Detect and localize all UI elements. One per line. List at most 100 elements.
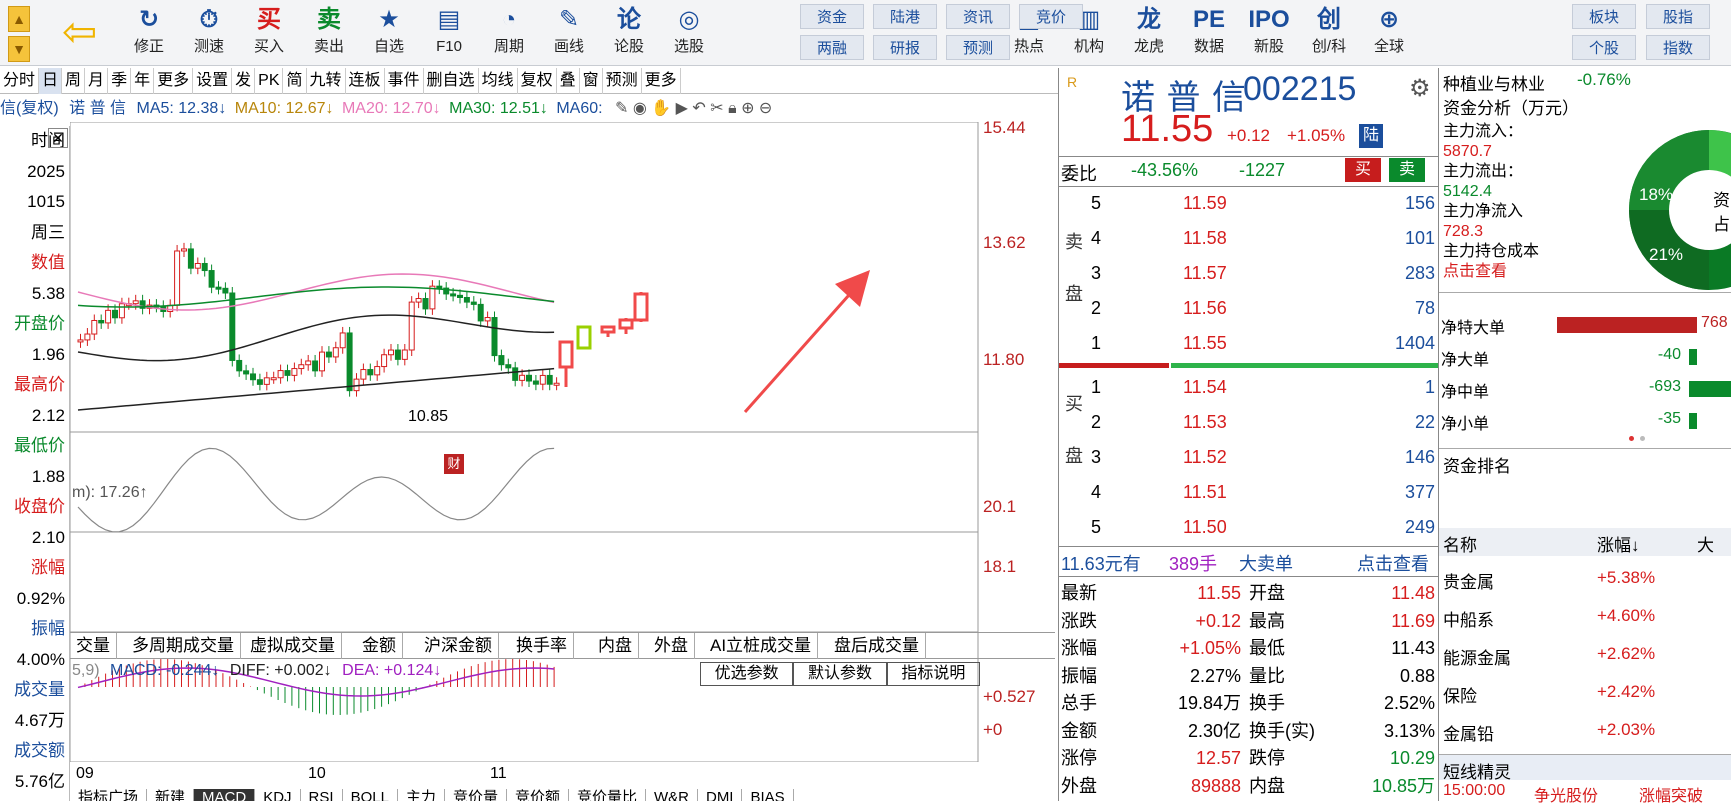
volume-tab[interactable]: 交量 <box>70 633 117 659</box>
volume-tab[interactable]: 虚拟成交量 <box>244 633 342 659</box>
tab-17[interactable]: 叠 <box>557 68 580 94</box>
small-btn-zixun[interactable]: 资讯 <box>946 4 1010 29</box>
draw-tools-icon[interactable]: ✎ ◉ ✋ ▶ ↶ ✂ 🔒︎ ⊕ ⊖ <box>615 100 772 117</box>
tab-6[interactable]: 更多 <box>154 68 193 94</box>
buy-button[interactable]: 买买入 <box>240 4 298 62</box>
tab-14[interactable]: 删自选 <box>424 68 479 94</box>
indicator-tab[interactable]: KDJ <box>255 789 300 801</box>
cost-link[interactable]: 点击查看 <box>1443 262 1539 282</box>
draw-button[interactable]: ✎ 画线 <box>540 4 598 62</box>
small-btn-bankuai[interactable]: 板块 <box>1572 4 1636 29</box>
rank-name[interactable]: 能源金属 <box>1443 644 1511 669</box>
tab-16[interactable]: 复权 <box>518 68 557 94</box>
volume-tab[interactable]: 外盘 <box>648 633 695 659</box>
tab-8[interactable]: 发 <box>232 68 255 94</box>
indicator-tab[interactable]: 竞价量比 <box>569 789 646 801</box>
tab-9[interactable]: PK <box>255 68 283 94</box>
small-btn-liangrong[interactable]: 两融 <box>800 35 864 60</box>
indicator-tab[interactable]: BOLL <box>343 789 398 801</box>
tab-4[interactable]: 季 <box>108 68 131 94</box>
data-button[interactable]: PE 数据 <box>1180 4 1238 62</box>
tab-13[interactable]: 事件 <box>385 68 424 94</box>
gear-icon[interactable]: ⚙ <box>1409 74 1431 103</box>
sell-button[interactable]: 卖卖出 <box>300 4 358 62</box>
small-btn-gegu[interactable]: 个股 <box>1572 35 1636 60</box>
indicator-tab[interactable]: MACD <box>194 789 255 801</box>
small-btn-guzhi[interactable]: 股指 <box>1646 4 1710 29</box>
pick-button[interactable]: ◎ 选股 <box>660 4 718 62</box>
up-arrow-icon[interactable]: ▲ <box>8 6 30 32</box>
indicator-help-button[interactable]: 指标说明 <box>887 662 980 686</box>
volume-tab[interactable]: 换手率 <box>510 633 574 659</box>
tab-20[interactable]: 更多 <box>642 68 681 94</box>
global-button[interactable]: ⊕ 全球 <box>1360 4 1418 62</box>
bid-row[interactable]: 5 11.50 249 <box>1059 510 1439 545</box>
small-btn-zijin[interactable]: 资金 <box>800 4 864 29</box>
small-btn-jingjia[interactable]: 竞价 <box>1019 4 1083 29</box>
small-btn-lugang[interactable]: 陆港 <box>873 4 937 29</box>
tab-3[interactable]: 月 <box>85 68 108 94</box>
tab-0[interactable]: 分时 <box>0 68 39 94</box>
tab-10[interactable]: 简 <box>283 68 306 94</box>
indicator-tab[interactable]: 主力 <box>398 789 445 801</box>
volume-tab[interactable]: 内盘 <box>592 633 639 659</box>
period-button[interactable]: ◔ 周期 <box>480 4 538 62</box>
rank-name[interactable]: 金属铅 <box>1443 720 1494 745</box>
volume-tab[interactable]: 多周期成交量 <box>126 633 241 659</box>
ask-row[interactable]: 1 11.55 1404 <box>1059 326 1439 361</box>
rank-name[interactable]: 贵金属 <box>1443 568 1494 593</box>
f10-button[interactable]: ▤ F10 <box>420 4 478 62</box>
indicator-tab[interactable]: 竞价额 <box>507 789 569 801</box>
optimize-params-button[interactable]: 优选参数 <box>700 662 793 686</box>
rank-head-pct[interactable]: 涨幅↓ <box>1597 531 1640 556</box>
tab-12[interactable]: 连板 <box>346 68 385 94</box>
ask-row[interactable]: 5 11.59 156 <box>1059 186 1439 221</box>
speed-button[interactable]: ⏱ 测速 <box>180 4 238 62</box>
short-stock[interactable]: 争光股份 <box>1534 782 1598 806</box>
tab-15[interactable]: 均线 <box>479 68 518 94</box>
volume-tab[interactable]: 盘后成交量 <box>828 633 926 659</box>
down-arrow-icon[interactable]: ▼ <box>8 36 30 62</box>
ask-row[interactable]: 2 11.56 78 <box>1059 291 1439 326</box>
volume-tab[interactable]: AI立桩成交量 <box>704 633 818 659</box>
indicator-tab[interactable]: BIAS <box>742 789 793 801</box>
bid-row[interactable]: 3 11.52 146 <box>1059 440 1439 475</box>
bid-row[interactable]: 1 11.54 1 <box>1059 370 1439 405</box>
finance-marker-icon[interactable]: 财 <box>444 454 464 474</box>
tab-11[interactable]: 九转 <box>307 68 346 94</box>
small-btn-yanbao[interactable]: 研报 <box>873 35 937 60</box>
default-params-button[interactable]: 默认参数 <box>793 662 886 686</box>
tab-1[interactable]: 日 <box>39 68 62 94</box>
lugang-badge[interactable]: 陆 <box>1359 124 1383 148</box>
ask-row[interactable]: 3 11.57 283 <box>1059 256 1439 291</box>
back-arrow-icon[interactable]: ⇦ <box>62 10 106 54</box>
indicator-tab[interactable]: DMI <box>698 789 743 801</box>
rank-head-big[interactable]: 大 <box>1697 531 1714 556</box>
sector-name[interactable]: 种植业与林业 <box>1443 70 1545 95</box>
bid-row[interactable]: 4 11.51 377 <box>1059 475 1439 510</box>
indicator-tab[interactable]: RSI <box>301 789 343 801</box>
indicator-tab[interactable]: 指标广场 <box>70 789 147 801</box>
dragon-tiger-button[interactable]: 龙龙虎 <box>1120 4 1178 62</box>
volume-tab[interactable]: 沪深金额 <box>418 633 499 659</box>
buy-button[interactable]: 买 <box>1345 158 1381 182</box>
big-order-link[interactable]: 点击查看 <box>1357 550 1429 576</box>
indicator-tab[interactable]: 竞价量 <box>445 789 507 801</box>
rank-name[interactable]: 保险 <box>1443 682 1477 707</box>
watchlist-button[interactable]: ★ 自选 <box>360 4 418 62</box>
small-btn-yuce[interactable]: 预测 <box>946 35 1010 60</box>
tab-19[interactable]: 预测 <box>603 68 642 94</box>
small-btn-zhishu[interactable]: 指数 <box>1646 35 1710 60</box>
close-icon[interactable]: ✕ <box>48 128 68 148</box>
ask-row[interactable]: 4 11.58 101 <box>1059 221 1439 256</box>
bid-row[interactable]: 2 11.53 22 <box>1059 405 1439 440</box>
indicator-tab[interactable]: 新建 <box>147 789 194 801</box>
tab-7[interactable]: 设置 <box>193 68 232 94</box>
rank-head-name[interactable]: 名称 <box>1443 531 1477 556</box>
star-button[interactable]: 创创/科 <box>1300 4 1358 62</box>
tab-2[interactable]: 周 <box>62 68 85 94</box>
tab-18[interactable]: 窗 <box>580 68 603 94</box>
rank-name[interactable]: 中船系 <box>1443 606 1494 631</box>
correct-button[interactable]: ↻ 修正 <box>120 4 178 62</box>
ipo-button[interactable]: IPO 新股 <box>1240 4 1298 62</box>
